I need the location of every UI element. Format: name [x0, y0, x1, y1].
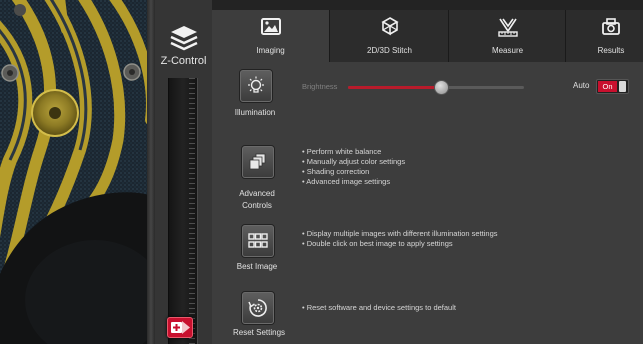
results-icon: [602, 18, 620, 35]
auto-toggle[interactable]: On: [596, 79, 629, 94]
tab-2d-3d-stitch[interactable]: 2D/3D Stitch: [329, 10, 449, 62]
illumination-button[interactable]: [240, 70, 272, 102]
measure-icon: [497, 18, 518, 37]
reset-settings-description: Reset software and device settings to de…: [302, 303, 456, 313]
splitter-handle[interactable]: [147, 0, 155, 344]
z-slider-ticks: [189, 78, 195, 344]
auto-toggle-state: On: [598, 81, 617, 92]
toggle-knob: [619, 81, 626, 92]
reset-settings-button[interactable]: [242, 292, 274, 324]
stack-layers-icon: [170, 26, 198, 51]
tab-results[interactable]: Results: [565, 10, 643, 62]
stitch-icon: [380, 17, 399, 36]
best-image-description: Display multiple images with different i…: [302, 229, 498, 249]
brightness-fill: [348, 86, 440, 89]
best-image-label: Best Image: [236, 262, 278, 271]
z-control-panel: Z-Control: [155, 0, 212, 344]
auto-label: Auto: [573, 81, 590, 90]
bullet-item: Shading correction: [302, 167, 405, 177]
z-control-title: Z-Control: [160, 55, 207, 67]
grid-icon: [248, 233, 268, 248]
layers-icon: [249, 153, 266, 170]
live-microscope-view[interactable]: [0, 0, 147, 344]
bullet-item: Double click on best image to apply sett…: [302, 239, 498, 249]
reset-settings-label: Reset Settings: [232, 328, 286, 337]
tab-label: 2D/3D Stitch: [367, 46, 412, 55]
tab-bar: Imaging 2D/3D Stitch Measure Results: [212, 0, 643, 62]
reset-gear-icon: [248, 299, 267, 317]
tab-imaging[interactable]: Imaging: [212, 10, 329, 62]
advanced-controls-label: Advanced Controls: [221, 188, 293, 212]
advanced-controls-label-line1: Advanced: [239, 189, 275, 198]
bullet-item: Reset software and device settings to de…: [302, 303, 456, 313]
best-image-button[interactable]: [242, 225, 274, 257]
bullet-item: Manually adjust color settings: [302, 157, 405, 167]
image-icon: [260, 18, 281, 35]
bullet-item: Display multiple images with different i…: [302, 229, 498, 239]
brightness-slider-thumb[interactable]: [433, 80, 449, 95]
z-position-slider[interactable]: [168, 78, 198, 344]
lightbulb-icon: [248, 76, 264, 93]
tab-label: Imaging: [256, 46, 285, 55]
tab-label: Results: [597, 46, 625, 55]
bullet-item: Advanced image settings: [302, 177, 405, 187]
illumination-label: Illumination: [234, 108, 276, 117]
z-slider-handle[interactable]: [167, 317, 193, 338]
imaging-panel: Illumination Brightness Auto On Advanced…: [212, 62, 643, 344]
advanced-controls-label-line2: Controls: [242, 201, 272, 210]
tab-measure[interactable]: Measure: [448, 10, 566, 62]
brightness-label: Brightness: [302, 82, 338, 91]
tab-label: Measure: [491, 46, 524, 55]
plus-arrow-icon: [171, 321, 190, 334]
bullet-item: Perform white balance: [302, 147, 405, 157]
advanced-controls-button[interactable]: [242, 146, 274, 178]
advanced-controls-description: Perform white balance Manually adjust co…: [302, 147, 405, 187]
